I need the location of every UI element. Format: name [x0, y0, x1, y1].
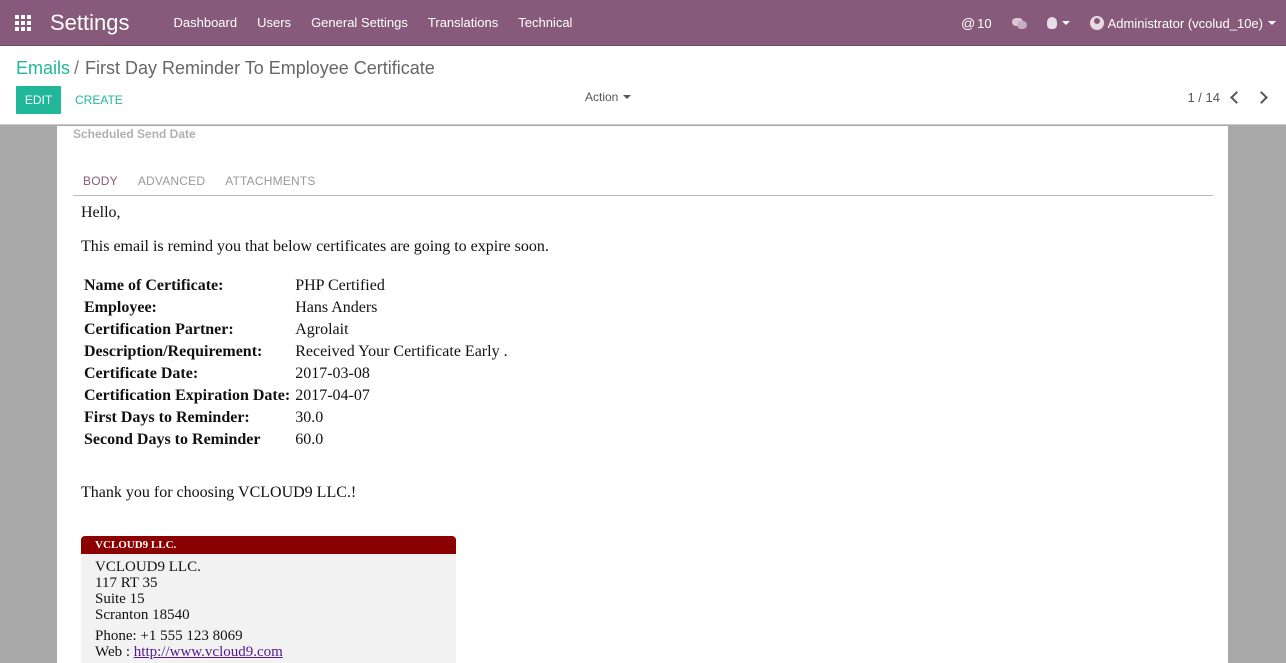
company-name: VCLOUD9 LLC. [95, 559, 201, 575]
chevron-right-icon[interactable] [1255, 91, 1268, 104]
systray: @ 10 Administrator (vcolud_10e) [951, 0, 1286, 46]
intro-text: This email is remind you that below cert… [81, 238, 549, 255]
edit-button[interactable]: EDIT [16, 86, 61, 114]
chat-bubbles-icon [1011, 17, 1027, 29]
control-panel: Emails / First Day Reminder To Employee Ce… [0, 46, 1286, 125]
row-label: Certificate Date: [84, 365, 199, 382]
bug-icon [1046, 17, 1057, 29]
user-name: Administrator (vcolud_10e) [1107, 15, 1263, 31]
tab-advanced[interactable]: ADVANCED [128, 171, 215, 195]
apps-menu-icon[interactable] [0, 0, 46, 46]
row-label: Second Days to Reminder [84, 431, 261, 448]
row-label: Certification Expiration Date: [84, 387, 291, 404]
row-label: First Days to Reminder: [84, 409, 250, 426]
user-menu-button[interactable]: Administrator (vcolud_10e) [1080, 16, 1286, 31]
thanks-text: Thank you for choosing VCLOUD9 LLC.! [81, 484, 357, 501]
greeting: Hello, [81, 204, 121, 221]
row-value: 30.0 [295, 409, 324, 426]
menu-item-dashboard[interactable]: Dashboard [164, 0, 248, 46]
action-dropdown[interactable]: Action [585, 90, 632, 104]
row-value: Received Your Certificate Early . [295, 343, 508, 360]
caret-down-icon [623, 95, 632, 99]
at-icon: @ [960, 15, 976, 31]
company-phone: Phone: +1 555 123 8069 [95, 628, 243, 644]
row-label: Name of Certificate: [84, 277, 224, 294]
create-button[interactable]: CREATE [68, 86, 130, 114]
table-row: Certification Partner: Agrolait [84, 319, 508, 341]
company-card-body: VCLOUD9 LLC. 117 RT 35 Suite 15 Scranton… [81, 554, 456, 660]
form-sheet: Scheduled Send Date BODY ADVANCED ATTACH… [57, 126, 1228, 663]
table-row: Certificate Date: 2017-03-08 [84, 363, 508, 385]
caret-down-icon [1061, 21, 1070, 25]
table-row: Employee: Hans Anders [84, 297, 508, 319]
row-value: 2017-03-08 [295, 365, 370, 382]
breadcrumb-emails-link[interactable]: Emails [16, 58, 70, 78]
row-value: 60.0 [295, 431, 324, 448]
app-title: Settings [50, 9, 130, 35]
table-row: First Days to Reminder: 30.0 [84, 407, 508, 429]
tab-body[interactable]: BODY [73, 171, 128, 195]
main-menu: Dashboard Users General Settings Transla… [164, 0, 583, 46]
mentions-button[interactable]: @ 10 [951, 15, 1002, 31]
row-label: Employee: [84, 299, 157, 316]
scheduled-send-date-label: Scheduled Send Date [73, 127, 196, 141]
certificate-details-table: Name of Certificate: PHP Certified Employ… [84, 275, 508, 451]
table-row: Name of Certificate: PHP Certified [84, 275, 508, 297]
top-navbar: Settings Dashboard Users General Setting… [0, 0, 1286, 46]
caret-down-icon [1268, 21, 1276, 25]
row-label: Description/Requirement: [84, 343, 263, 360]
avatar [1089, 16, 1104, 30]
menu-item-technical[interactable]: Technical [508, 0, 582, 46]
table-row: Second Days to Reminder 60.0 [84, 429, 508, 451]
web-label: Web : [95, 644, 134, 660]
company-street2: Suite 15 [95, 591, 145, 607]
company-street: 117 RT 35 [95, 575, 158, 591]
menu-item-translations[interactable]: Translations [418, 0, 508, 46]
breadcrumb: Emails / First Day Reminder To Employee Ce… [16, 58, 435, 79]
table-row: Certification Expiration Date: 2017-04-07 [84, 385, 508, 407]
row-value: PHP Certified [295, 277, 385, 294]
row-label: Certification Partner: [84, 321, 234, 338]
chevron-left-icon[interactable] [1230, 91, 1243, 104]
company-web: Web : http://www.vcloud9.com [95, 644, 456, 660]
company-signature-card: VCLOUD9 LLC. VCLOUD9 LLC. 117 RT 35 Suit… [81, 536, 456, 663]
company-city-zip: Scranton 18540 [95, 607, 190, 623]
row-value: Hans Anders [295, 299, 378, 316]
tab-attachments[interactable]: ATTACHMENTS [215, 171, 325, 195]
messaging-button[interactable] [1002, 17, 1037, 29]
company-website-link[interactable]: http://www.vcloud9.com [134, 644, 283, 660]
table-row: Description/Requirement: Received Your Ce… [84, 341, 508, 363]
debug-menu-button[interactable] [1037, 17, 1080, 29]
breadcrumb-current: First Day Reminder To Employee Certifica… [85, 58, 435, 78]
menu-item-general-settings[interactable]: General Settings [301, 0, 418, 46]
pager-value[interactable]: 1 / 14 [1187, 90, 1220, 105]
row-value: Agrolait [295, 321, 349, 338]
notebook-tabs: BODY ADVANCED ATTACHMENTS [73, 171, 1213, 196]
row-value: 2017-04-07 [295, 387, 370, 404]
action-label: Action [585, 90, 619, 104]
breadcrumb-separator: / [74, 58, 80, 78]
pager: 1 / 14 [1187, 90, 1268, 105]
menu-item-users[interactable]: Users [247, 0, 301, 46]
mentions-count: 10 [977, 15, 992, 31]
company-card-header: VCLOUD9 LLC. [81, 536, 456, 554]
